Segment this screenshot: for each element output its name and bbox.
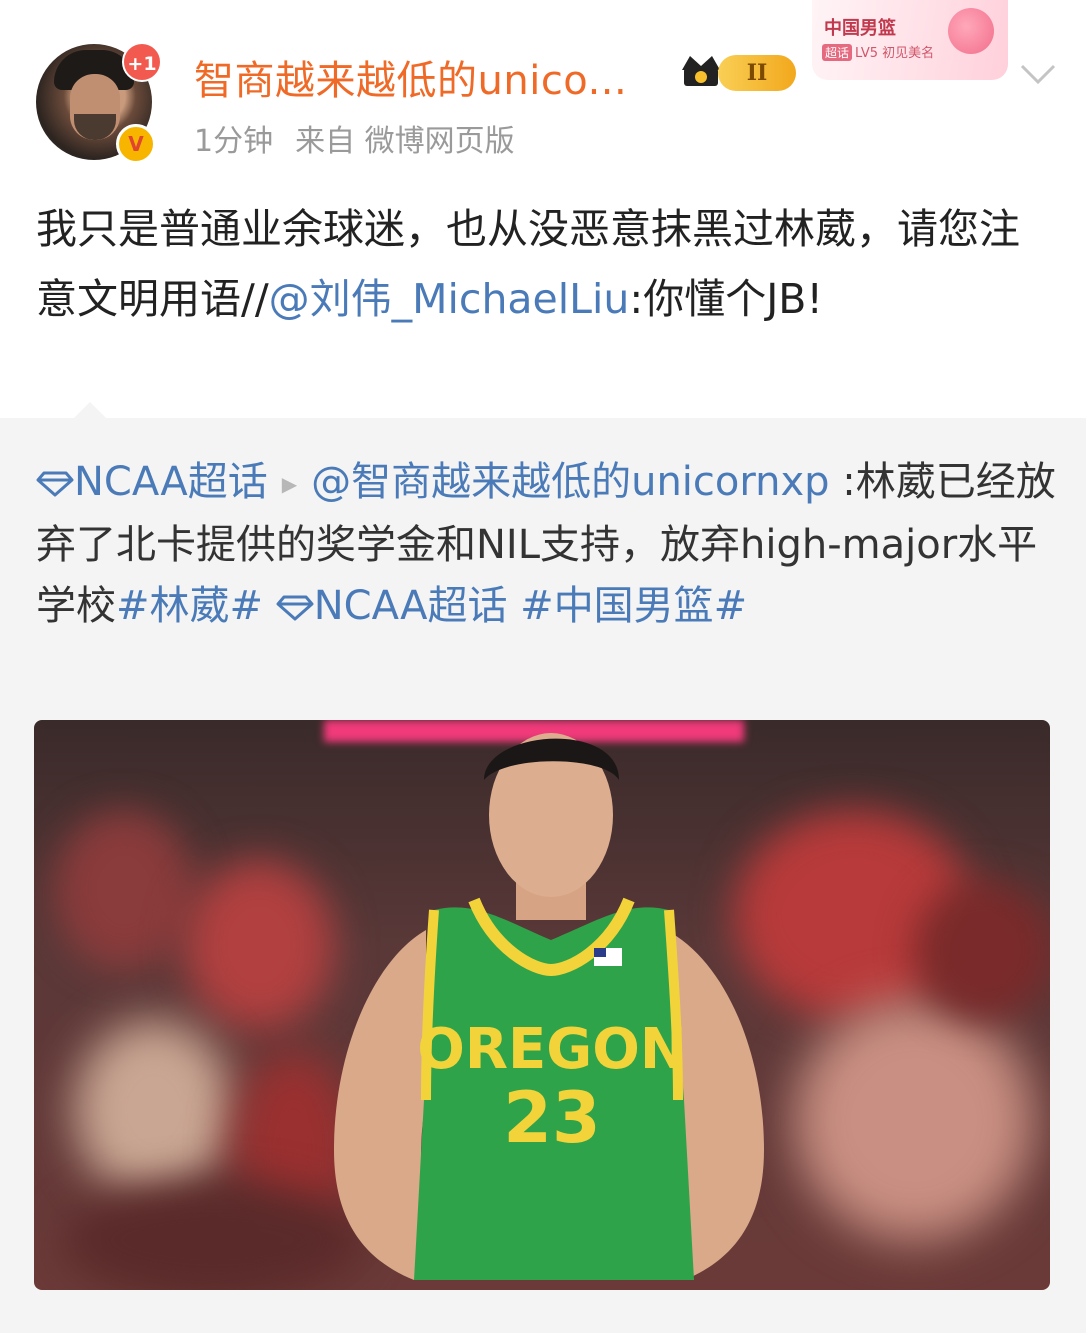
repost-body: NCAA超话 ▶ @智商越来越低的unicornxp :林葳已经放弃了北卡提供的奖学…: [36, 452, 1056, 637]
fan-badge-level: LV5 初见美名: [855, 46, 935, 61]
player-figure: OREGON 23: [334, 733, 764, 1280]
avatar-plus-badge: +1: [122, 42, 162, 82]
super-topic-label: NCAA超话: [74, 459, 268, 505]
verified-icon: V: [116, 124, 156, 164]
post-text-suffix: :你懂个JB!: [629, 275, 823, 323]
mention-link[interactable]: @刘伟_MichaelLiu: [269, 275, 630, 323]
hashtag-link[interactable]: #林葳#: [116, 583, 263, 629]
fan-badge-tag: 超话: [822, 44, 853, 61]
post-image[interactable]: OREGON 23: [34, 720, 1050, 1290]
chevron-down-icon[interactable]: [1018, 54, 1058, 94]
post-time: 1分钟: [194, 124, 274, 159]
repost-author-link[interactable]: @智商越来越低的unicornxp: [311, 459, 829, 505]
hashtag-link-2[interactable]: #中国男篮#: [520, 583, 747, 629]
diamond-topic-icon: [36, 471, 74, 497]
diamond-topic-icon: [276, 595, 314, 620]
post-header: +1 V 智商越来越低的unico... II 1分钟 来自 微博网页版 中国男篮…: [0, 0, 1086, 175]
super-topic-label-2: NCAA超话: [313, 582, 508, 629]
vip-level-badge[interactable]: II: [718, 55, 796, 91]
fan-badge[interactable]: 中国男篮 超话 LV5 初见美名: [812, 0, 1008, 80]
jersey-number: 23: [503, 1077, 600, 1159]
flower-icon: [948, 8, 994, 54]
jersey-team: OREGON: [417, 1017, 686, 1082]
crown-icon: [682, 56, 720, 86]
post-body: 我只是普通业余球迷，也从没恶意抹黑过林葳，请您注意文明用语//@刘伟_Micha…: [36, 194, 1056, 334]
super-topic-link-2[interactable]: NCAA超话: [276, 582, 508, 629]
triangle-right-icon: ▶: [281, 471, 298, 496]
super-topic-link[interactable]: NCAA超话: [36, 459, 268, 505]
fan-badge-level-row: 超话 LV5 初见美名: [822, 42, 934, 61]
fan-badge-title: 中国男篮: [824, 18, 896, 39]
repost-pointer: [72, 402, 108, 420]
post-meta: 1分钟 来自 微博网页版: [194, 116, 515, 160]
username[interactable]: 智商越来越低的unico...: [194, 48, 627, 106]
post-source: 来自 微博网页版: [295, 124, 515, 159]
